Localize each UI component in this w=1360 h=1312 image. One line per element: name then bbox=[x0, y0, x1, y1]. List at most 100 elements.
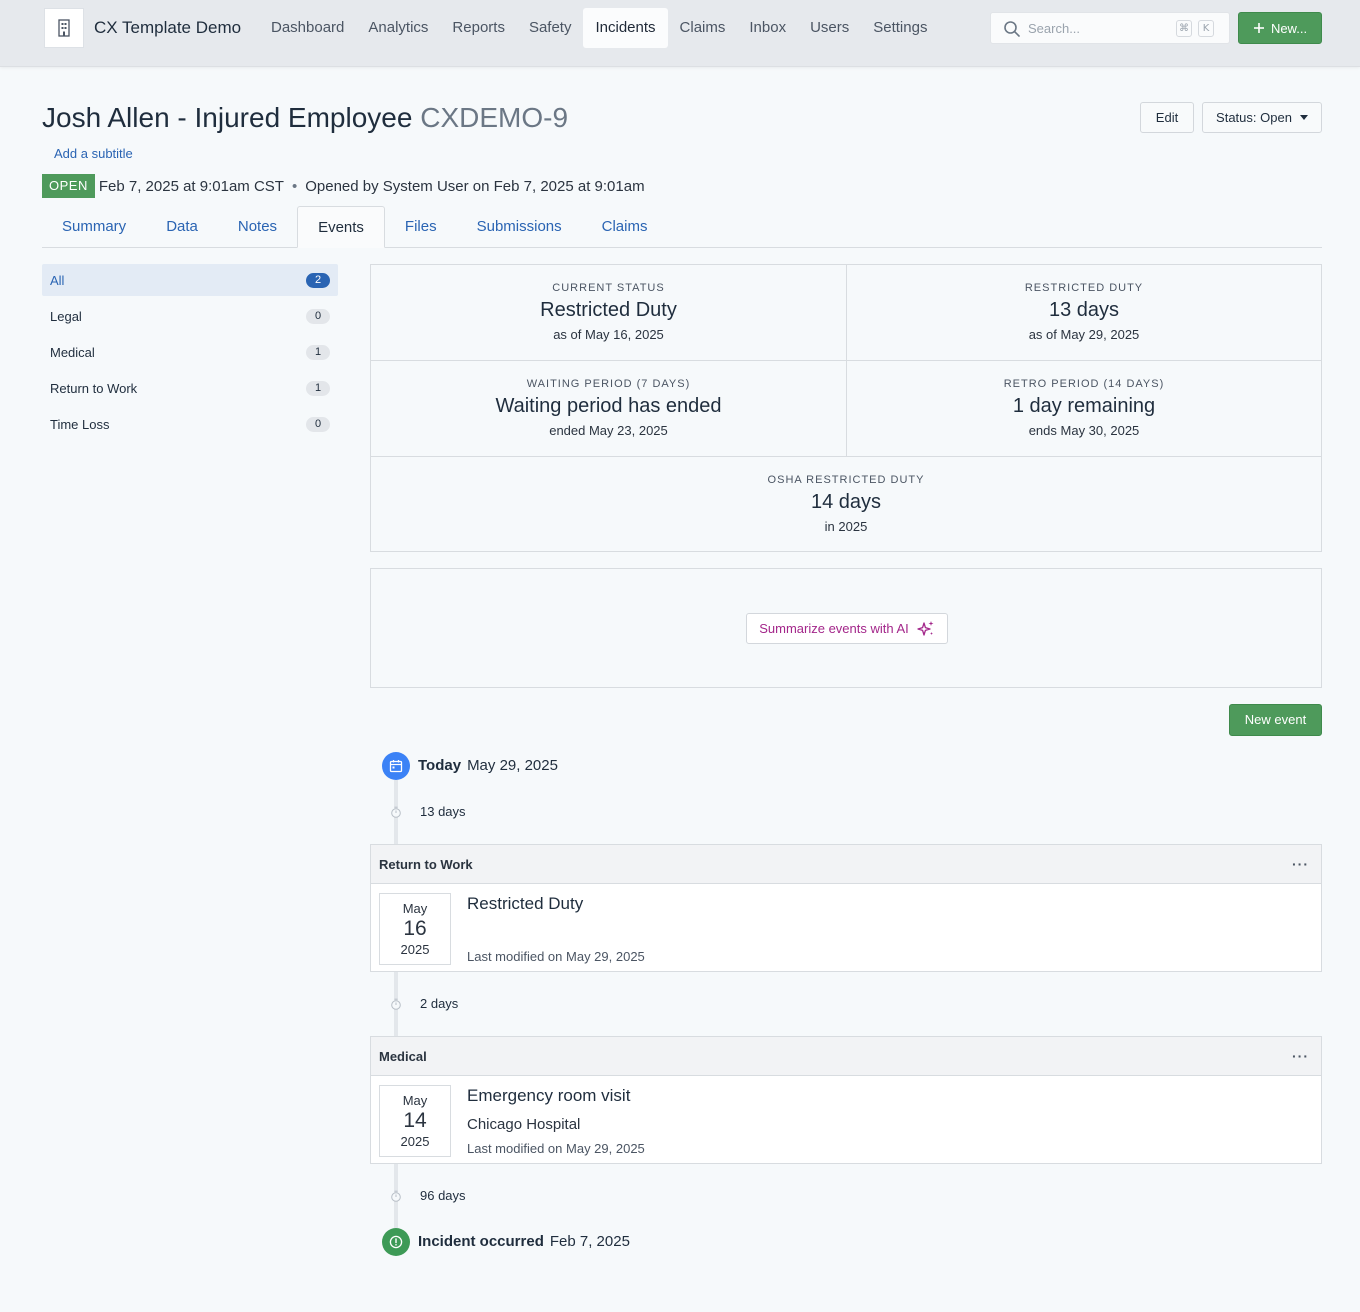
tab-submissions[interactable]: Submissions bbox=[457, 206, 582, 248]
tab-events[interactable]: Events bbox=[297, 206, 385, 248]
caret-down-icon bbox=[1299, 115, 1308, 120]
nav-analytics[interactable]: Analytics bbox=[356, 8, 440, 48]
stopwatch-icon bbox=[391, 1190, 401, 1202]
incident-occurred-marker bbox=[382, 1228, 410, 1256]
tab-files[interactable]: Files bbox=[385, 206, 457, 248]
app-title[interactable]: CX Template Demo bbox=[94, 18, 241, 38]
tab-claims[interactable]: Claims bbox=[582, 206, 668, 248]
event-month: May bbox=[402, 1093, 428, 1108]
nav-claims[interactable]: Claims bbox=[668, 8, 738, 48]
filter-count: 0 bbox=[306, 308, 330, 324]
ai-summary-panel: Summarize events with AI bbox=[370, 568, 1322, 688]
status-summary-grid: CURRENT STATUS Restricted Duty as of May… bbox=[370, 264, 1322, 552]
nav-users[interactable]: Users bbox=[798, 8, 861, 48]
today-marker bbox=[382, 752, 410, 780]
stat-value: 13 days bbox=[1048, 299, 1120, 321]
event-title[interactable]: Emergency room visit bbox=[467, 1086, 630, 1106]
timeline-today: Today May 29, 2025 bbox=[418, 757, 558, 774]
event-category: Return to Work bbox=[379, 856, 473, 872]
new-event-button[interactable]: New event bbox=[1229, 704, 1322, 736]
event-category: Medical bbox=[379, 1048, 427, 1064]
new-button-label: New... bbox=[1270, 20, 1308, 36]
filter-medical[interactable]: Medical 1 bbox=[42, 336, 338, 368]
stat-label: RETRO PERIOD (14 DAYS) bbox=[1003, 378, 1165, 390]
event-card-header: Medical ··· bbox=[371, 1037, 1321, 1076]
filter-all[interactable]: All 2 bbox=[42, 264, 338, 296]
sparkles-icon bbox=[917, 620, 934, 636]
tab-notes[interactable]: Notes bbox=[218, 206, 297, 248]
nav-incidents[interactable]: Incidents bbox=[583, 8, 668, 48]
stat-label: WAITING PERIOD (7 DAYS) bbox=[526, 378, 691, 390]
meta-separator: • bbox=[291, 177, 298, 195]
incident-date: Feb 7, 2025 at 9:01am CST bbox=[98, 177, 284, 195]
nav-reports[interactable]: Reports bbox=[440, 8, 517, 48]
search-input[interactable]: Search... ⌘ K bbox=[990, 12, 1230, 44]
filter-return-to-work[interactable]: Return to Work 1 bbox=[42, 372, 338, 404]
stat-sub: ended May 23, 2025 bbox=[549, 423, 668, 438]
filter-label: Medical bbox=[50, 344, 95, 360]
stat-sub: ends May 30, 2025 bbox=[1028, 423, 1140, 438]
nav-inbox[interactable]: Inbox bbox=[737, 8, 798, 48]
tab-summary[interactable]: Summary bbox=[42, 206, 146, 248]
stat-value: Restricted Duty bbox=[540, 299, 677, 321]
event-last-modified: Last modified on May 29, 2025 bbox=[467, 949, 645, 964]
more-options-icon[interactable]: ··· bbox=[1292, 856, 1309, 872]
timeline-gap: 2 days bbox=[420, 996, 459, 1011]
main-nav: Dashboard Analytics Reports Safety Incid… bbox=[259, 8, 939, 48]
edit-button[interactable]: Edit bbox=[1140, 102, 1194, 133]
timeline-gap: 13 days bbox=[420, 804, 466, 819]
more-options-icon[interactable]: ··· bbox=[1292, 1048, 1309, 1064]
stat-label: RESTRICTED DUTY bbox=[1024, 282, 1144, 294]
status-dropdown[interactable]: Status: Open bbox=[1202, 102, 1322, 133]
k-key-hint: K bbox=[1198, 20, 1214, 37]
add-subtitle-link[interactable]: Add a subtitle bbox=[54, 146, 133, 161]
filter-legal[interactable]: Legal 0 bbox=[42, 300, 338, 332]
filter-label: Legal bbox=[50, 308, 82, 324]
top-navigation-bar: CX Template Demo Dashboard Analytics Rep… bbox=[0, 0, 1360, 67]
summarize-ai-button[interactable]: Summarize events with AI bbox=[746, 613, 948, 644]
filter-label: Time Loss bbox=[50, 416, 110, 432]
plus-icon bbox=[1253, 23, 1264, 33]
event-title[interactable]: Restricted Duty bbox=[467, 894, 583, 914]
filter-label: Return to Work bbox=[50, 380, 138, 396]
new-button[interactable]: New... bbox=[1238, 12, 1322, 44]
stat-sub: as of May 16, 2025 bbox=[553, 327, 664, 342]
building-icon bbox=[58, 19, 70, 37]
event-date-box: May 16 2025 bbox=[379, 893, 451, 965]
current-status-stat: CURRENT STATUS Restricted Duty as of May… bbox=[371, 282, 846, 342]
incident-code: CXDEMO-9 bbox=[420, 102, 569, 133]
event-detail: Chicago Hospital bbox=[467, 1116, 581, 1133]
opened-by: Opened by System User on Feb 7, 2025 at … bbox=[305, 177, 645, 195]
incident-title: Josh Allen - Injured Employee bbox=[42, 102, 413, 133]
nav-safety[interactable]: Safety bbox=[517, 8, 584, 48]
filter-count: 0 bbox=[306, 416, 330, 432]
incident-tabs: Summary Data Notes Events Files Submissi… bbox=[42, 206, 1322, 248]
grid-divider bbox=[371, 360, 1321, 361]
today-label: Today bbox=[418, 757, 462, 774]
event-year: 2025 bbox=[400, 942, 430, 957]
event-card-return-to-work[interactable]: Return to Work ··· May 16 2025 Restricte… bbox=[370, 844, 1322, 972]
command-key-hint: ⌘ bbox=[1176, 20, 1192, 37]
page-title: Josh Allen - Injured Employee CXDEMO-9 bbox=[42, 102, 568, 134]
filter-count: 2 bbox=[306, 272, 330, 288]
retro-period-stat: RETRO PERIOD (14 DAYS) 1 day remaining e… bbox=[847, 378, 1321, 438]
osha-restricted-duty-stat: OSHA RESTRICTED DUTY 14 days in 2025 bbox=[371, 474, 1321, 534]
origin-label: Incident occurred bbox=[418, 1233, 544, 1250]
search-icon bbox=[1004, 21, 1020, 37]
grid-divider bbox=[371, 456, 1321, 457]
filter-time-loss[interactable]: Time Loss 0 bbox=[42, 408, 338, 440]
alert-circle-icon bbox=[389, 1235, 403, 1249]
nav-settings[interactable]: Settings bbox=[861, 8, 939, 48]
tab-data[interactable]: Data bbox=[146, 206, 218, 248]
filter-count: 1 bbox=[306, 380, 330, 396]
event-year: 2025 bbox=[400, 1134, 430, 1149]
event-day: 14 bbox=[403, 1109, 427, 1132]
nav-dashboard[interactable]: Dashboard bbox=[259, 8, 356, 48]
app-logo[interactable] bbox=[44, 8, 84, 48]
event-card-medical[interactable]: Medical ··· May 14 2025 Emergency room v… bbox=[370, 1036, 1322, 1164]
restricted-duty-stat: RESTRICTED DUTY 13 days as of May 29, 20… bbox=[847, 282, 1321, 342]
status-dropdown-label: Status: Open bbox=[1216, 110, 1292, 125]
stat-value: 1 day remaining bbox=[1012, 395, 1156, 417]
timeline-origin: Incident occurred Feb 7, 2025 bbox=[418, 1233, 630, 1250]
event-date-box: May 14 2025 bbox=[379, 1085, 451, 1157]
